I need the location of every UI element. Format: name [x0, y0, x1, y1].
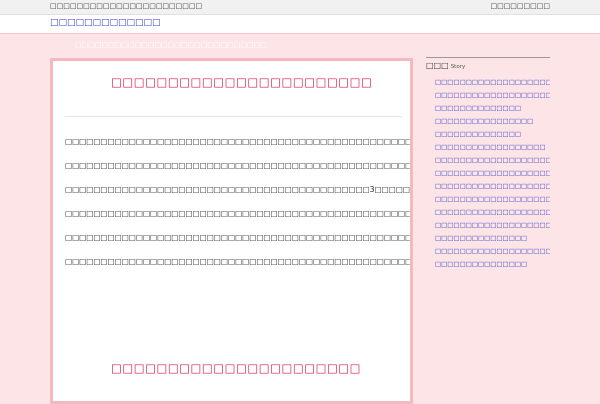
top-bar-right-link[interactable]: □□□□□□□□□: [490, 2, 550, 10]
site-title-link[interactable]: □□□□□□□□□□□□□: [50, 18, 161, 28]
story-link[interactable]: □□□□□□□□□□□□□□□: [426, 232, 550, 245]
story-link[interactable]: □□□□□□□□□□□□□□□: [426, 258, 550, 271]
sidebar: □□□ Story □□□□□□□□□□□□□□□□□□□ □□□□ □□□□□□□…: [426, 57, 550, 271]
article-paragraph: □□□□□□□□□□□□□□□□□□□□□□□□□□□□□□□□□□□□□□□□…: [65, 185, 410, 194]
sidebar-title-text: □□□: [426, 61, 449, 70]
story-link[interactable]: □□□□□□□□□□□□□□□□□□□□□□□□□□□□...: [426, 167, 550, 180]
story-link[interactable]: □□□□□□□□□□□□□□□□□□: [426, 141, 550, 154]
article-title: □□□□□□□□□□□□□□□□□□□□□□□: [111, 75, 373, 89]
story-link[interactable]: □□□□□□□□□□□□□□□□□□□□□□□□□□□□...: [426, 180, 550, 193]
top-bar: □□□□□□□□□□□□□□□□□□□□□□□ □□□□□□□□□: [0, 0, 600, 15]
story-link[interactable]: □□□□□□□□□□□□□□□□□□□□□: [426, 89, 550, 102]
article-content: □□□□□□□□□□□□□□□□□□□□□□□ □□□□□□□□□□□□□□□□…: [53, 61, 410, 401]
sidebar-title: □□□ Story: [426, 57, 550, 70]
story-link[interactable]: □□□□□□□□□□□□□□□□□□□□□□□□□□□□...: [426, 154, 550, 167]
story-link[interactable]: □□□□□□□□□□□□□□□□: [426, 115, 550, 128]
top-bar-tagline: □□□□□□□□□□□□□□□□□□□□□□□: [50, 2, 203, 10]
story-link[interactable]: □□□□□□□□□□□□□□: [426, 102, 550, 115]
story-link[interactable]: □□□□□□□□□□□□□□□□□□□: [426, 245, 550, 258]
story-link[interactable]: □□□□□□□□□□□□□□□□□□□□□□□□: [426, 206, 550, 219]
article-paragraph: □□□□□□□□□□□□□□□□□□□□□□□□□□□□□□□□□□□□□□□□…: [65, 257, 410, 266]
breadcrumb[interactable]: □□□□□□□□□□□□□□□□□□□□□□□□□□□□□: [75, 41, 267, 49]
article-frame: □□□□□□□□□□□□□□□□□□□□□□□ □□□□□□□□□□□□□□□□…: [50, 58, 413, 404]
story-link[interactable]: □□□□□□□□□□□□□□□□□□□□□□□□□□: [426, 193, 550, 206]
title-divider: [65, 116, 402, 117]
story-list: □□□□□□□□□□□□□□□□□□□ □□□□ □□□□□□□□□□□□□□□ □…: [426, 76, 550, 271]
story-link[interactable]: □□□□□□□□□□□□□□□□□□□□□□□□□□□□...: [426, 219, 550, 232]
story-link[interactable]: □□□□□□□□□□□□□□: [426, 128, 550, 141]
article-subheading: □□□□□□□□□□□□□□□□□□□□□□: [111, 361, 362, 375]
site-header: □□□□□□□□□□□□□: [0, 15, 600, 34]
article-body: □□□□□□□□□□□□□□□□□□□□□□□□□□□□□□□□□□□□□□□□…: [65, 133, 410, 277]
article-paragraph: □□□□□□□□□□□□□□□□□□□□□□□□□□□□□□□□□□□□□□□□…: [65, 161, 410, 170]
story-link[interactable]: □□□□□□□□□□□□□□□□□□□□□□□: [426, 76, 550, 89]
article-paragraph: □□□□□□□□□□□□□□□□□□□□□□□□□□□□□□□□□□□□□□□□…: [65, 137, 410, 146]
article-paragraph: □□□□□□□□□□□□□□□□□□□□□□□□□□□□□□□□□□□□□□□□…: [65, 233, 410, 242]
sidebar-subtitle: Story: [450, 64, 466, 70]
article-paragraph: □□□□□□□□□□□□□□□□□□□□□□□□□□□□□□□□□□□□□□□□…: [65, 209, 410, 218]
